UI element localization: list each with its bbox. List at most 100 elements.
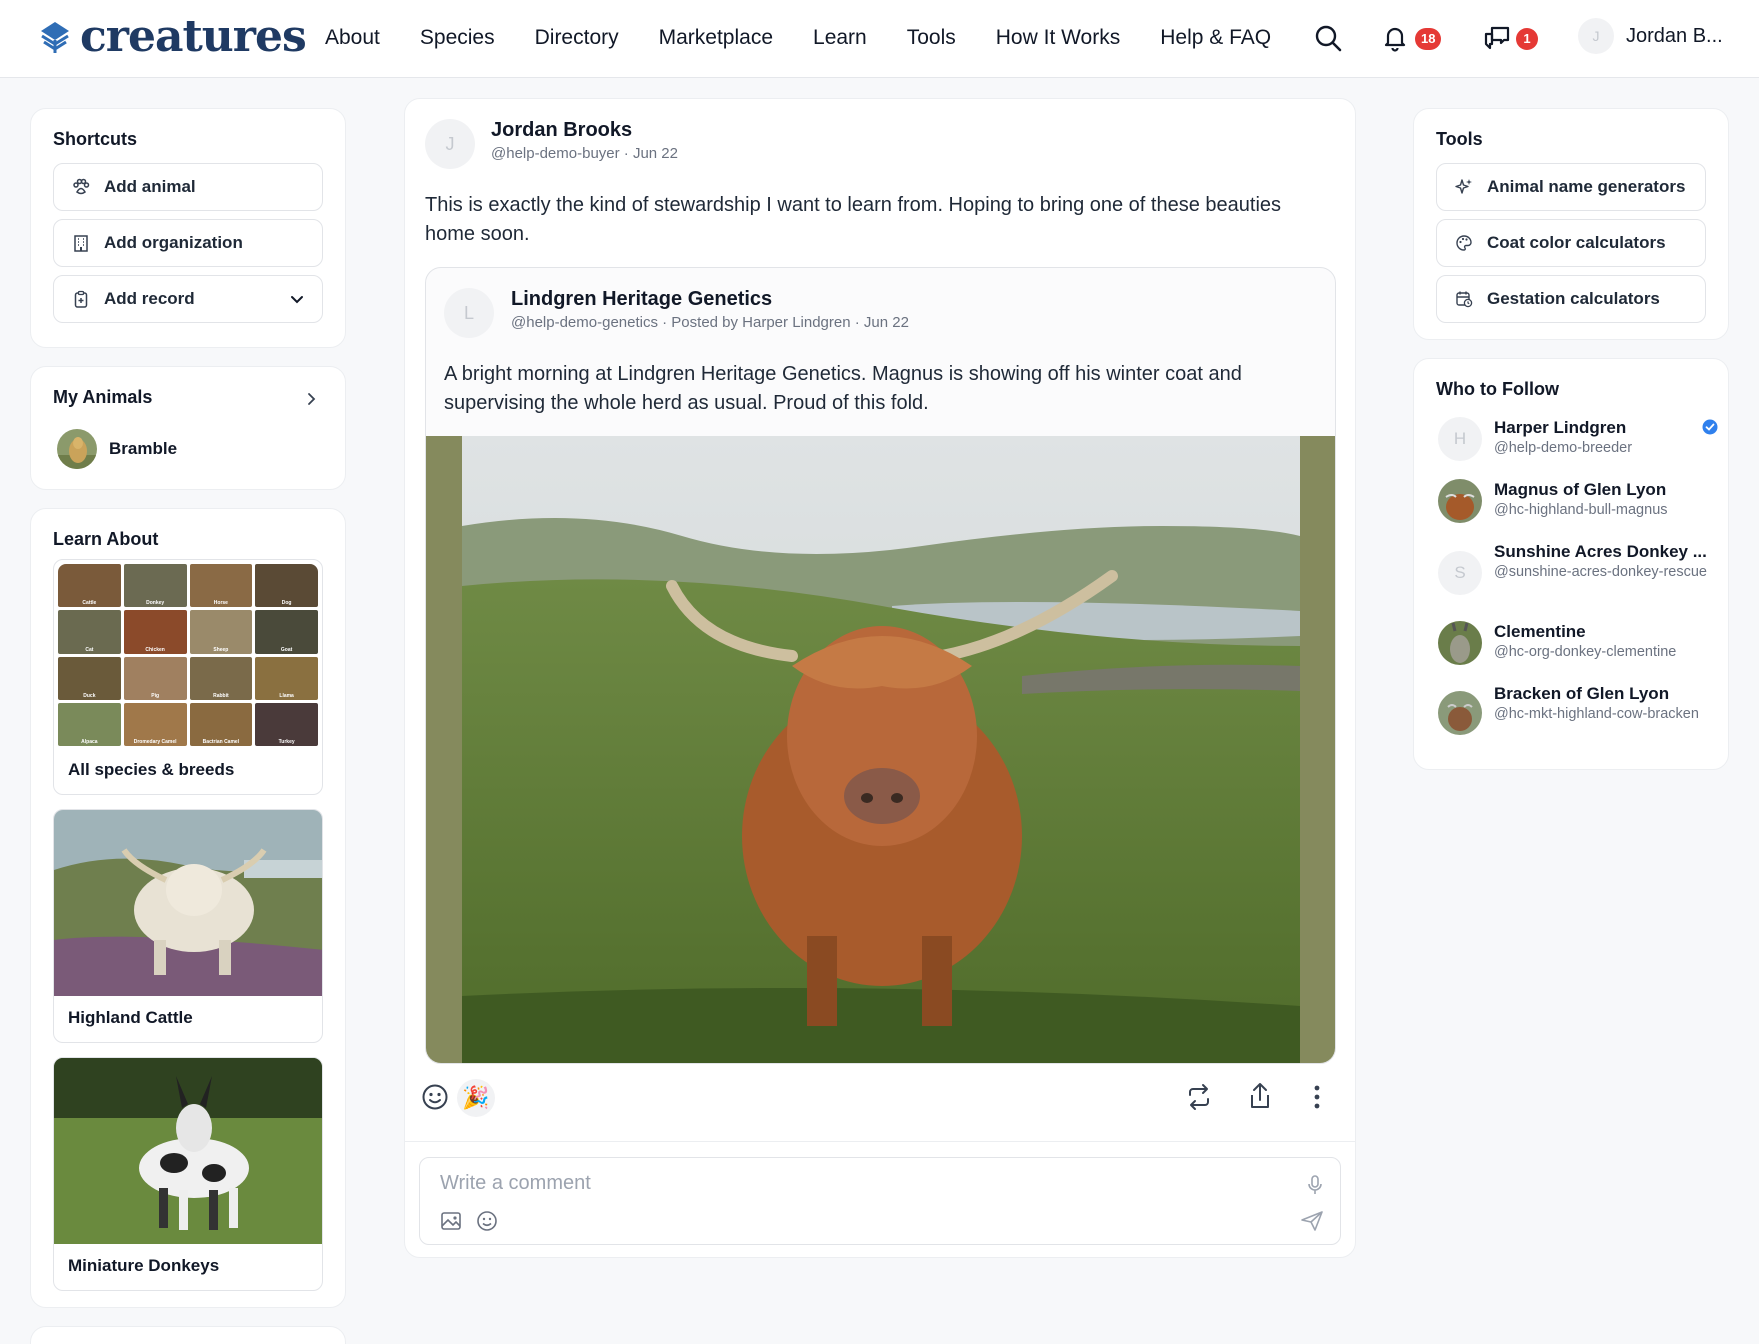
highland-bull-image bbox=[462, 436, 1300, 1063]
logo-icon bbox=[41, 22, 69, 53]
shared-author-name[interactable]: Lindgren Heritage Genetics bbox=[511, 288, 772, 311]
species-tile: Rabbit bbox=[189, 656, 253, 700]
calendar-icon bbox=[1456, 291, 1473, 308]
species-tile: Chicken bbox=[123, 610, 187, 654]
comment-composer[interactable]: Write a comment bbox=[419, 1157, 1341, 1245]
top-navigation-bar: creatures About Species Directory Market… bbox=[0, 0, 1759, 78]
species-tile: Turkey bbox=[255, 702, 318, 746]
who-to-follow-title: Who to Follow bbox=[1436, 379, 1559, 399]
species-tile: Alpaca bbox=[58, 702, 121, 746]
post-author-avatar[interactable]: J bbox=[425, 119, 475, 169]
coat-color-calculators-label: Coat color calculators bbox=[1487, 233, 1666, 252]
logo-text: creatures bbox=[80, 11, 307, 62]
emoji-icon[interactable] bbox=[476, 1210, 498, 1232]
species-tile: Cat bbox=[58, 610, 121, 654]
nav-help-faq[interactable]: Help & FAQ bbox=[1160, 26, 1271, 50]
all-species-card[interactable]: Cattle Donkey Horse Dog Cat Chicken Shee… bbox=[53, 559, 323, 795]
post-author-name[interactable]: Jordan Brooks bbox=[491, 119, 632, 142]
post-text: This is exactly the kind of stewardship … bbox=[425, 194, 1282, 245]
post-meta: @help-demo-buyer · Jun 22 bbox=[491, 145, 678, 162]
species-tile: Sheep bbox=[189, 610, 253, 654]
nav-marketplace[interactable]: Marketplace bbox=[659, 26, 773, 50]
search-button[interactable] bbox=[1312, 22, 1344, 54]
nav-how-it-works[interactable]: How It Works bbox=[996, 26, 1120, 50]
messages-button[interactable] bbox=[1481, 22, 1513, 54]
species-collage: Cattle Donkey Horse Dog Cat Chicken Shee… bbox=[58, 564, 318, 746]
nav-species[interactable]: Species bbox=[420, 26, 495, 50]
follow-name: Sunshine Acres Donkey ... bbox=[1494, 542, 1707, 561]
chevron-right-icon[interactable] bbox=[303, 391, 319, 407]
follow-name: Bracken of Glen Lyon bbox=[1494, 684, 1670, 703]
palette-icon bbox=[1456, 235, 1472, 251]
follow-avatar bbox=[1438, 479, 1482, 523]
follow-suggestion[interactable]: S Sunshine Acres Donkey ... @sunshine-ac… bbox=[1438, 541, 1718, 595]
add-record-dropdown[interactable]: Add record bbox=[53, 275, 323, 323]
animal-name-generators-button[interactable]: Animal name generators bbox=[1436, 163, 1706, 211]
verified-badge-icon bbox=[1702, 419, 1718, 435]
comment-input[interactable]: Write a comment bbox=[440, 1172, 591, 1195]
coat-color-calculators-button[interactable]: Coat color calculators bbox=[1436, 219, 1706, 267]
user-name: Jordan B... bbox=[1626, 24, 1723, 47]
messages-count-badge: 1 bbox=[1516, 28, 1538, 50]
gestation-calculators-button[interactable]: Gestation calculators bbox=[1436, 275, 1706, 323]
notifications-button[interactable] bbox=[1379, 22, 1411, 54]
learn-card-highland-cattle[interactable]: Highland Cattle bbox=[53, 809, 323, 1043]
follow-handle: @hc-org-donkey-clementine bbox=[1494, 644, 1677, 660]
party-reaction-badge[interactable]: 🎉 bbox=[457, 1079, 495, 1117]
tools-card: Tools Animal name generators Coat color … bbox=[1413, 108, 1729, 340]
share-icon[interactable] bbox=[1246, 1081, 1274, 1111]
animal-name-generators-label: Animal name generators bbox=[1487, 177, 1686, 196]
follow-handle: @sunshine-acres-donkey-rescue bbox=[1494, 564, 1707, 580]
species-tile: Dromedary Camel bbox=[123, 702, 187, 746]
nav-about[interactable]: About bbox=[325, 26, 380, 50]
species-tile: Donkey bbox=[123, 564, 187, 608]
user-menu[interactable]: J Jordan B... bbox=[1578, 18, 1723, 54]
nav-tools[interactable]: Tools bbox=[907, 26, 956, 50]
follow-name: Harper Lindgren bbox=[1494, 418, 1627, 437]
animal-name: Bramble bbox=[109, 439, 178, 458]
microphone-icon[interactable] bbox=[1306, 1174, 1324, 1196]
shortcuts-title: Shortcuts bbox=[53, 129, 138, 149]
feed-post: J Jordan Brooks @help-demo-buyer · Jun 2… bbox=[404, 98, 1356, 1258]
follow-name: Magnus of Glen Lyon bbox=[1494, 480, 1667, 499]
send-icon[interactable] bbox=[1300, 1210, 1324, 1232]
main-nav: About Species Directory Marketplace Lear… bbox=[325, 26, 1271, 50]
chat-icon bbox=[1484, 26, 1510, 50]
shared-post-meta: @help-demo-genetics · Posted by Harper L… bbox=[511, 314, 909, 331]
more-options-icon[interactable] bbox=[1311, 1083, 1323, 1111]
add-animal-button[interactable]: Add animal bbox=[53, 163, 323, 211]
nav-directory[interactable]: Directory bbox=[535, 26, 619, 50]
tools-title: Tools bbox=[1436, 129, 1483, 149]
follow-avatar bbox=[1438, 691, 1482, 735]
gestation-calculators-label: Gestation calculators bbox=[1487, 289, 1660, 308]
next-sidebar-card bbox=[30, 1326, 346, 1344]
follow-suggestion[interactable]: Clementine @hc-org-donkey-clementine bbox=[1438, 621, 1718, 665]
shared-post[interactable]: L Lindgren Heritage Genetics @help-demo-… bbox=[425, 267, 1336, 1064]
building-icon bbox=[74, 235, 88, 252]
notifications-count-badge: 18 bbox=[1415, 28, 1442, 50]
repost-icon[interactable] bbox=[1185, 1083, 1213, 1111]
bramble-avatar bbox=[57, 429, 97, 469]
shortcuts-card: Shortcuts Add animal Add organization Ad… bbox=[30, 108, 346, 348]
my-animals-title: My Animals bbox=[53, 387, 153, 407]
bell-icon bbox=[1384, 27, 1406, 52]
site-logo[interactable]: creatures bbox=[38, 11, 307, 62]
follow-suggestion[interactable]: H Harper Lindgren @help-demo-breeder bbox=[1438, 417, 1718, 461]
nav-learn[interactable]: Learn bbox=[813, 26, 867, 50]
learn-card-miniature-donkeys[interactable]: Miniature Donkeys bbox=[53, 1057, 323, 1291]
species-tile: Duck bbox=[58, 656, 121, 700]
add-organization-button[interactable]: Add organization bbox=[53, 219, 323, 267]
follow-suggestion[interactable]: Magnus of Glen Lyon @hc-highland-bull-ma… bbox=[1438, 479, 1718, 523]
add-reaction-icon[interactable] bbox=[421, 1083, 449, 1111]
follow-avatar bbox=[1438, 621, 1482, 665]
add-organization-label: Add organization bbox=[104, 233, 243, 252]
species-tile: Cattle bbox=[58, 564, 121, 608]
miniature-donkeys-label: Miniature Donkeys bbox=[68, 1256, 220, 1275]
follow-suggestion[interactable]: Bracken of Glen Lyon @hc-mkt-highland-co… bbox=[1438, 683, 1718, 735]
animal-item-bramble[interactable]: Bramble bbox=[57, 429, 177, 469]
shared-post-photo[interactable] bbox=[426, 436, 1335, 1063]
paw-icon bbox=[73, 178, 90, 195]
species-tile: Bactrian Camel bbox=[189, 702, 253, 746]
all-species-label: All species & breeds bbox=[68, 760, 235, 779]
image-upload-icon[interactable] bbox=[440, 1210, 462, 1232]
